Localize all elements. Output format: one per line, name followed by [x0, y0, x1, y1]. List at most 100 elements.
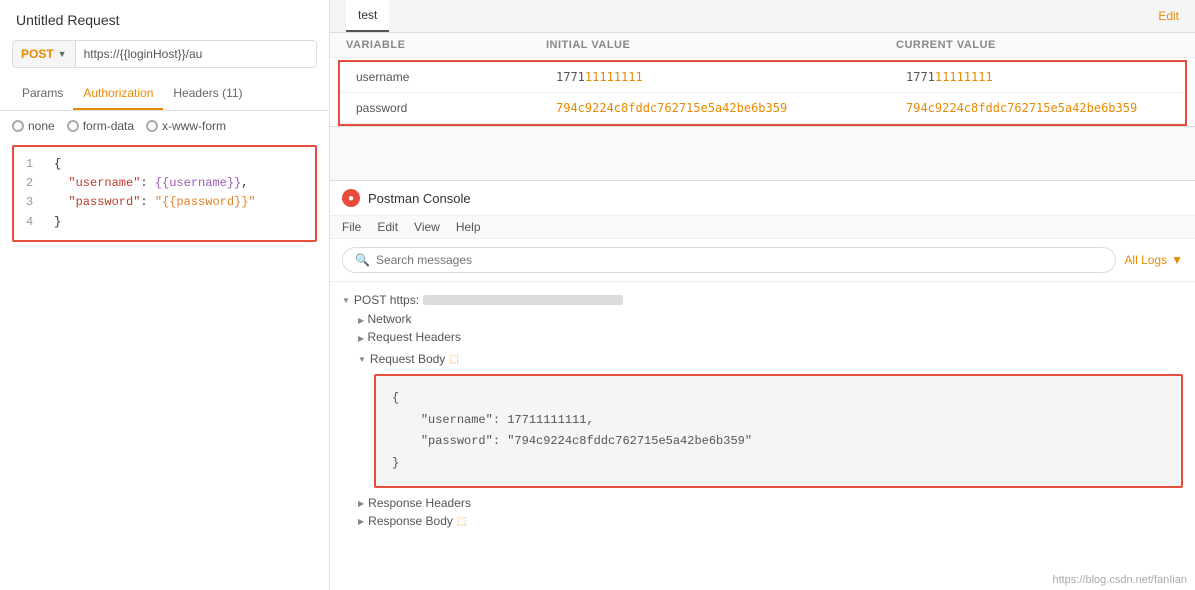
username-val: {{username}} [155, 174, 241, 193]
network-label: Network [368, 312, 412, 326]
radio-form-data-label: form-data [83, 119, 134, 133]
username-key: "username" [54, 174, 140, 193]
log-response-body[interactable]: ▶ Response Body ⬚ [358, 512, 1183, 530]
search-box: 🔍 [342, 247, 1116, 273]
request-body-section: ▼ Request Body ⬚ { "username": 177111111… [358, 350, 1183, 488]
code-line-1: 1 { [26, 155, 303, 174]
tab-params[interactable]: Params [12, 78, 73, 110]
code-editor: 1 { 2 "username": {{username}}, 3 "passw… [12, 145, 317, 242]
col-initial: INITIAL VALUE [546, 39, 896, 51]
response-body-label: Response Body [368, 514, 453, 528]
password-val: "{{password}}" [155, 193, 256, 212]
method-label: POST [21, 47, 54, 61]
right-panel: test Edit VARIABLE INITIAL VALUE CURRENT… [330, 0, 1195, 590]
radio-xwww[interactable]: x-www-form [146, 119, 226, 133]
json-close-brace: } [392, 453, 1165, 475]
col-current: CURRENT VALUE [896, 39, 1179, 51]
response-external-link-icon[interactable]: ⬚ [457, 516, 466, 527]
log-request-headers[interactable]: ▶ Request Headers [358, 328, 1183, 346]
json-username-line: "username": 17711111111, [392, 410, 1165, 432]
log-network[interactable]: ▶ Network [358, 310, 1183, 328]
req-body-triangle-icon: ▼ [358, 355, 366, 364]
radio-form-data[interactable]: form-data [67, 119, 134, 133]
code-line-4: 4 } [26, 213, 303, 232]
username-var-name: username [356, 70, 556, 84]
brace-open: { [54, 155, 61, 174]
blurred-url [423, 295, 623, 305]
col-variable: VARIABLE [346, 39, 546, 51]
menu-help[interactable]: Help [456, 220, 481, 234]
all-logs-arrow-icon: ▼ [1171, 253, 1183, 267]
resp-body-triangle-icon: ▶ [358, 517, 364, 526]
menu-edit[interactable]: Edit [377, 220, 398, 234]
left-panel: Untitled Request POST ▼ Params Authoriza… [0, 0, 330, 590]
search-input[interactable] [376, 253, 1103, 267]
console-header: ● Postman Console [330, 181, 1195, 216]
console-section: ● Postman Console File Edit View Help 🔍 … [330, 180, 1195, 590]
request-headers-label: Request Headers [368, 330, 461, 344]
json-open-brace: { [392, 388, 1165, 410]
env-table-section: test Edit VARIABLE INITIAL VALUE CURRENT… [330, 0, 1195, 127]
external-link-icon[interactable]: ⬚ [449, 354, 458, 365]
body-json-block: { "username": 17711111111, "password": "… [374, 374, 1183, 488]
password-current: 794c9224c8fddc762715e5a42be6b359 [906, 101, 1169, 115]
expand-triangle-icon: ▼ [342, 296, 350, 305]
edit-button[interactable]: Edit [1158, 1, 1179, 31]
tab-headers[interactable]: Headers (11) [163, 78, 252, 110]
brace-close: } [54, 213, 61, 232]
console-menu-bar: File Edit View Help [330, 216, 1195, 239]
line-num-2: 2 [26, 174, 46, 193]
req-headers-triangle-icon: ▶ [358, 334, 364, 343]
line-num-4: 4 [26, 213, 46, 232]
env-tab-test[interactable]: test [346, 0, 389, 32]
response-headers-label: Response Headers [368, 496, 471, 510]
radio-form-data-dot [67, 120, 79, 132]
env-table-header: VARIABLE INITIAL VALUE CURRENT VALUE [330, 33, 1195, 58]
line-num-1: 1 [26, 155, 46, 174]
radio-none-label: none [28, 119, 55, 133]
password-initial: 794c9224c8fddc762715e5a42be6b359 [556, 101, 906, 115]
tab-authorization[interactable]: Authorization [73, 78, 163, 110]
request-body-label: Request Body [370, 352, 445, 366]
log-item-post: ▼ POST https: ▶ Network ▶ Request Header… [342, 290, 1183, 530]
username-initial: 177111111111 [556, 70, 906, 84]
env-row-username: username 177111111111 177111111111 [340, 62, 1185, 93]
method-arrow-icon: ▼ [58, 49, 67, 59]
line-num-3: 3 [26, 193, 46, 212]
json-password-line: "password": "794c9224c8fddc762715e5a42be… [392, 431, 1165, 453]
console-title: Postman Console [368, 191, 471, 206]
log-method: POST https: [354, 293, 419, 307]
watermark: https://blog.csdn.net/fanIian [1052, 574, 1187, 586]
password-key: "password" [54, 193, 140, 212]
search-icon: 🔍 [355, 253, 370, 267]
menu-view[interactable]: View [414, 220, 440, 234]
url-bar: POST ▼ [12, 40, 317, 68]
env-rows-highlighted: username 177111111111 177111111111 passw… [338, 60, 1187, 126]
body-type-bar: none form-data x-www-form [0, 111, 329, 141]
username-current: 177111111111 [906, 70, 1169, 84]
request-body-header[interactable]: ▼ Request Body ⬚ [358, 350, 1183, 368]
console-body: ▼ POST https: ▶ Network ▶ Request Header… [330, 282, 1195, 571]
log-response-headers[interactable]: ▶ Response Headers [358, 494, 1183, 512]
radio-none[interactable]: none [12, 119, 55, 133]
url-input[interactable] [76, 41, 316, 67]
radio-xwww-label: x-www-form [162, 119, 226, 133]
console-search-bar: 🔍 All Logs ▼ [330, 239, 1195, 282]
network-triangle-icon: ▶ [358, 316, 364, 325]
password-var-name: password [356, 101, 556, 115]
code-line-2: 2 "username": {{username}}, [26, 174, 303, 193]
radio-none-dot [12, 120, 24, 132]
env-tab-bar: test Edit [330, 0, 1195, 33]
tab-bar: Params Authorization Headers (11) [0, 78, 329, 111]
request-title: Untitled Request [0, 0, 329, 36]
radio-xwww-dot [146, 120, 158, 132]
code-line-3: 3 "password": "{{password}}" [26, 193, 303, 212]
method-select[interactable]: POST ▼ [13, 41, 76, 67]
all-logs-button[interactable]: All Logs ▼ [1124, 253, 1183, 267]
menu-file[interactable]: File [342, 220, 361, 234]
all-logs-label: All Logs [1124, 253, 1167, 267]
log-item-header[interactable]: ▼ POST https: [342, 290, 1183, 310]
resp-headers-triangle-icon: ▶ [358, 499, 364, 508]
env-row-password: password 794c9224c8fddc762715e5a42be6b35… [340, 93, 1185, 124]
postman-logo-icon: ● [342, 189, 360, 207]
